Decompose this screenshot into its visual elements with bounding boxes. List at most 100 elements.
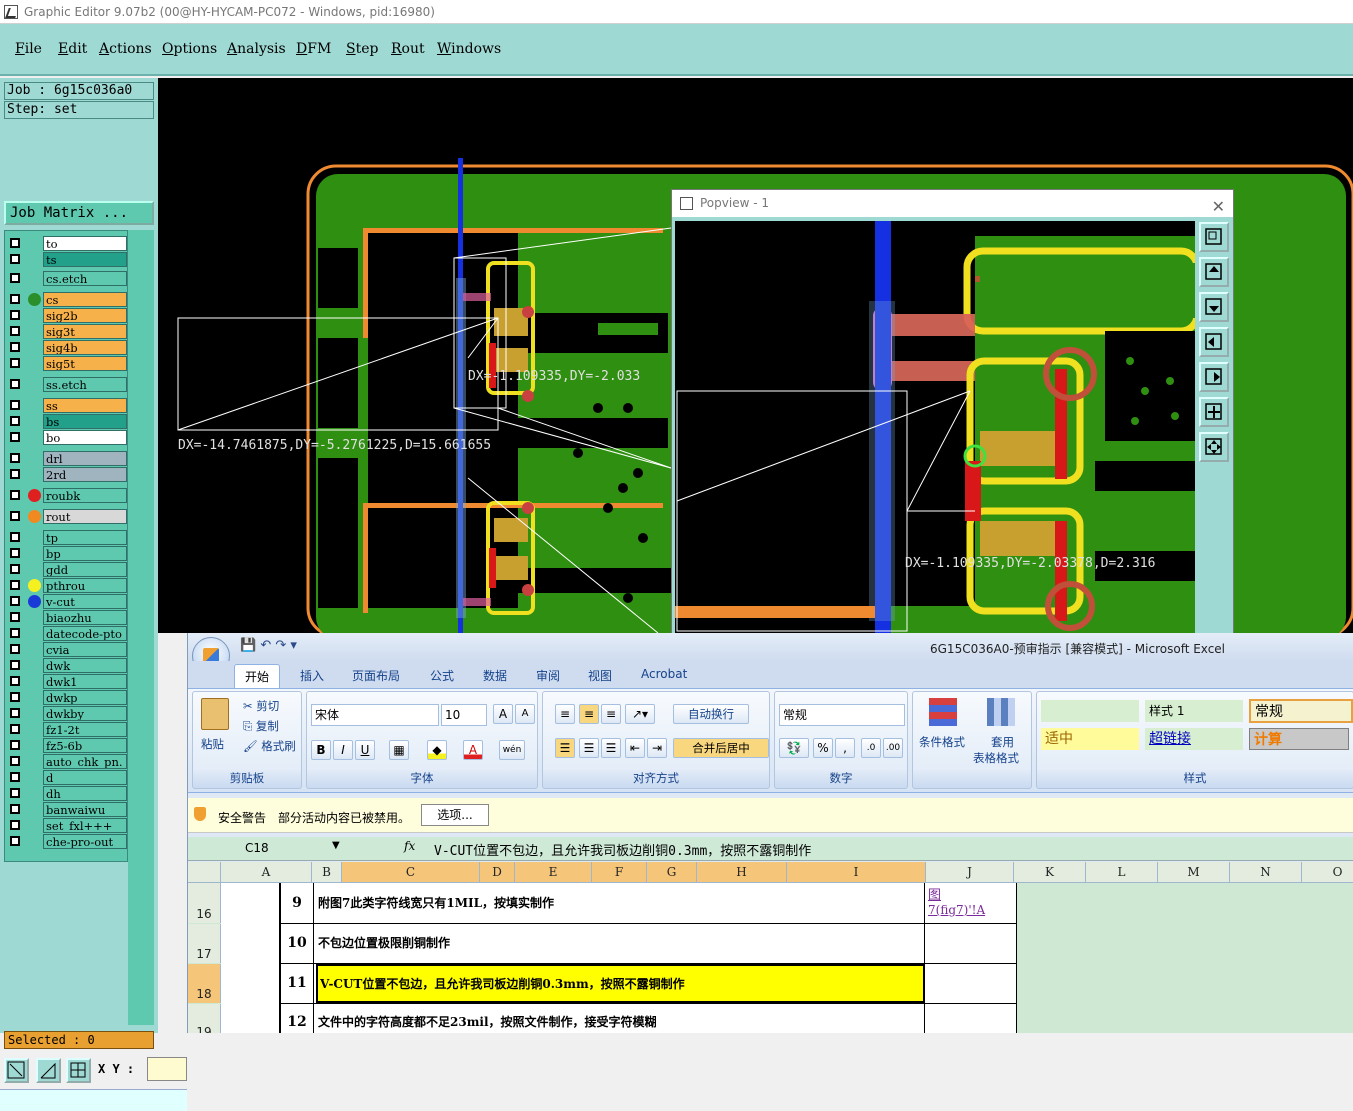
align-bottom-button[interactable]: ≡ [601,704,621,724]
layer-row-set_fxl+++[interactable]: set_fxl+++ [7,818,127,833]
layer-checkbox[interactable] [10,804,20,814]
layer-row-fz5-6b[interactable]: fz5-6b [7,738,127,753]
layer-name[interactable]: roubk [43,488,127,503]
layer-row-banwaiwu[interactable]: banwaiwu [7,802,127,817]
layer-checkbox[interactable] [10,660,20,670]
tab-page-layout[interactable]: 页面布局 [352,667,400,684]
borders-button[interactable]: ▦ [389,740,409,760]
align-right-button[interactable]: ☰ [601,738,621,758]
row-header-18[interactable]: 18 [188,964,221,1003]
layer-checkbox[interactable] [10,511,20,521]
layer-name[interactable]: fz1-2t [43,722,127,737]
popview-zoom-in-button[interactable] [1199,397,1229,427]
layer-row-2rd[interactable]: 2rd [7,467,127,482]
layer-checkbox[interactable] [10,358,20,368]
table-row-number[interactable]: 11 [281,964,314,1003]
table-row-text[interactable]: 不包边位置极限削铜制作 [318,924,923,963]
quick-access-toolbar[interactable]: 💾 ↶ ↷ ▾ [240,638,297,653]
layer-name[interactable]: dwkp [43,690,127,705]
column-header-j[interactable]: J [926,862,1014,883]
tab-insert[interactable]: 插入 [300,667,324,684]
layer-name[interactable]: tp [43,530,127,545]
increase-decimal-button[interactable]: .0 [861,738,881,758]
xy-input[interactable] [147,1057,187,1081]
column-header-o[interactable]: O [1302,862,1353,883]
layer-name[interactable]: bp [43,546,127,561]
layer-name[interactable]: dwk1 [43,674,127,689]
name-box[interactable]: C18 [190,838,345,859]
layer-row-bo[interactable]: bo [7,430,127,445]
tab-formulas[interactable]: 公式 [430,667,454,684]
layer-checkbox[interactable] [10,612,20,622]
layer-name[interactable]: d [43,770,127,785]
row-header-19[interactable]: 19 [188,1004,221,1033]
conditional-format-button[interactable]: 条件格式 [919,734,965,750]
layer-name[interactable]: sig2b [43,308,127,323]
layer-checkbox[interactable] [10,342,20,352]
layer-checkbox[interactable] [10,532,20,542]
layer-checkbox[interactable] [10,596,20,606]
table-row-number[interactable]: 12 [281,1004,314,1033]
layer-name[interactable]: sig3t [43,324,127,339]
layer-name[interactable]: fz5-6b [43,738,127,753]
layer-checkbox[interactable] [10,490,20,500]
table-row-number[interactable]: 10 [281,924,314,963]
layer-name[interactable]: ts [43,252,127,267]
italic-button[interactable]: I [333,740,353,760]
style-1[interactable]: 样式 1 [1145,700,1243,722]
layer-checkbox[interactable] [10,628,20,638]
layer-checkbox[interactable] [10,820,20,830]
table-row-number[interactable]: 9 [281,883,314,923]
font-name-select[interactable]: 宋体 [311,704,439,726]
layer-checkbox[interactable] [10,400,20,410]
table-row-text[interactable]: 文件中的字符高度都不足23mil，按照文件制作，接受字符模糊 [318,1004,923,1033]
layer-checkbox[interactable] [10,692,20,702]
layer-checkbox[interactable] [10,416,20,426]
layer-name[interactable]: auto_chk_pn. [43,754,127,769]
layer-row-sig3t[interactable]: sig3t [7,324,127,339]
format-painter-button[interactable]: 🖌 格式刷 [243,738,296,754]
layer-row-dwk1[interactable]: dwk1 [7,674,127,689]
select-all-corner[interactable] [188,862,221,883]
layer-checkbox[interactable] [10,432,20,442]
layer-row-to[interactable]: to [7,236,127,251]
font-size-select[interactable]: 10 [441,704,487,726]
column-header-a[interactable]: A [221,862,312,883]
font-color-button[interactable]: A [463,740,483,760]
menu-edit[interactable]: Edit [58,41,87,57]
chevron-down-icon[interactable]: ▼ [332,840,340,851]
layer-name[interactable]: gdd [43,562,127,577]
align-center-button[interactable]: ☰ [579,738,599,758]
merge-center-button[interactable]: 合并后居中 [673,738,769,758]
percent-button[interactable]: % [813,738,833,758]
job-matrix-button[interactable]: Job Matrix ... [4,201,154,225]
layer-name[interactable]: bs [43,414,127,429]
measure-tool-button[interactable] [36,1058,61,1083]
phonetic-button[interactable]: wén [499,740,525,760]
hyperlink-cell-1[interactable]: 图 [928,884,941,903]
cut-button[interactable]: ✂ 剪切 [243,698,279,714]
layer-name[interactable]: set_fxl+++ [43,818,127,833]
menu-windows[interactable]: Windows [437,41,501,57]
layer-checkbox[interactable] [10,836,20,846]
layer-checkbox[interactable] [10,724,20,734]
align-left-button[interactable]: ☰ [555,738,575,758]
layer-checkbox[interactable] [10,238,20,248]
layer-name[interactable]: drl [43,451,127,466]
layer-row-tp[interactable]: tp [7,530,127,545]
layer-checkbox[interactable] [10,756,20,766]
layer-checkbox[interactable] [10,564,20,574]
column-header-d[interactable]: D [480,862,515,883]
layer-checkbox[interactable] [10,788,20,798]
layer-name[interactable]: ss [43,398,127,413]
tab-home[interactable]: 开始 [234,664,281,688]
layer-checkbox[interactable] [10,326,20,336]
style-neutral[interactable]: 适中 [1041,728,1139,750]
column-header-m[interactable]: M [1158,862,1230,883]
function-icon[interactable]: fx [404,839,415,853]
selected-cell-c18[interactable]: V-CUT位置不包边，且允许我司板边削铜0.3mm，按照不露铜制作 [316,964,925,1003]
layer-checkbox[interactable] [10,740,20,750]
increase-indent-button[interactable]: ⇥ [647,738,667,758]
paste-button[interactable]: 粘贴 [201,736,224,752]
layer-name[interactable]: to [43,236,127,251]
